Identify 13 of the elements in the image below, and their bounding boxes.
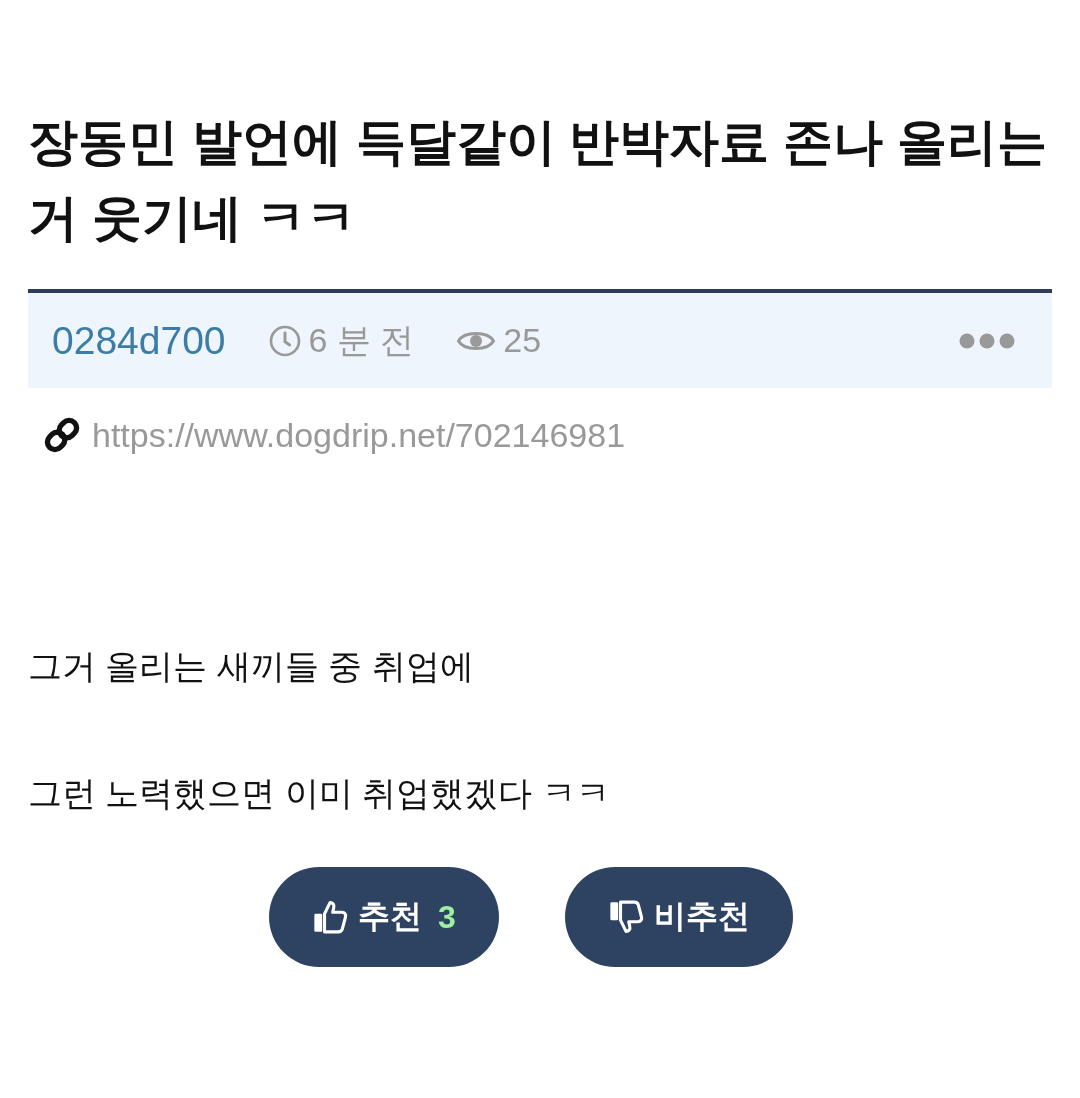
view-count: 25 [503,321,542,360]
body-text: 그거 올리는 새끼들 중 취업에 [28,646,475,687]
like-button[interactable]: 추천 3 [269,867,499,967]
post-title: 장동민 발언에 득달같이 반박자료 존나 올리는 거 웃기네 ㅋㅋ [28,113,1048,247]
body-text: 그런 노력했으면 이미 취업했겠다 ㅋㅋ [28,773,611,814]
dislike-button[interactable]: 비추천 [564,867,793,967]
thumbs-up-icon [312,898,349,936]
link-icon [42,415,82,455]
author-name[interactable]: 0284d700 [52,318,226,363]
more-options-icon[interactable] [959,332,1015,349]
thumbs-down-icon [607,898,644,936]
clock-icon [268,324,301,357]
post-time: 6 분 전 [308,319,415,361]
